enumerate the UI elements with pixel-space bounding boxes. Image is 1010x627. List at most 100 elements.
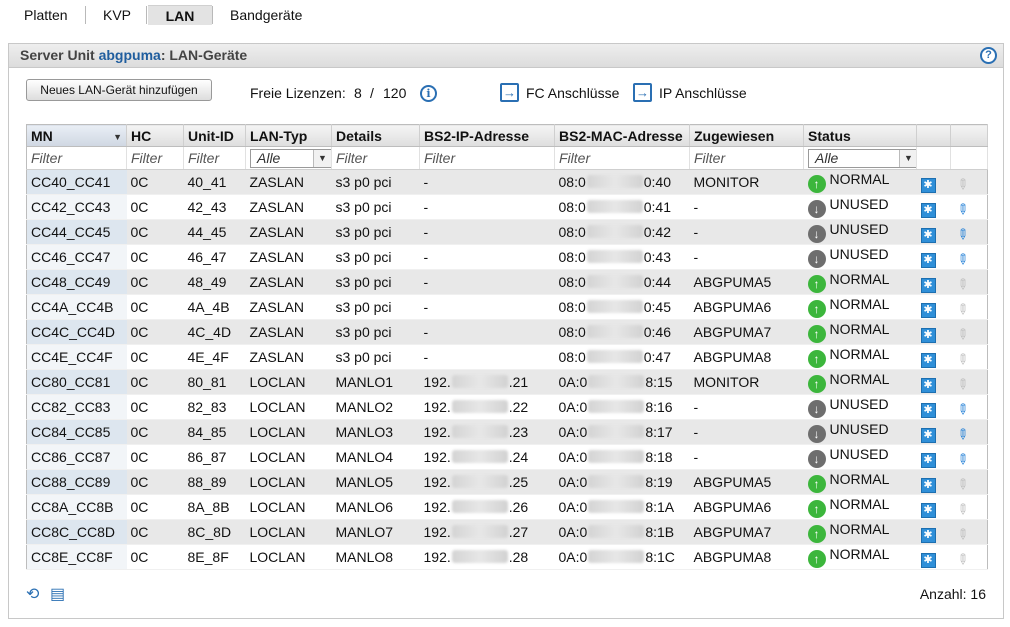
table-row[interactable]: CC42_CC43 0C 42_43 ZASLAN s3 p0 pci -08:0 0:41… [26, 194, 988, 220]
column-header-bs2-ip[interactable]: BS2-IP-Adresse [419, 124, 555, 147]
fc-connections-link[interactable]: FC Anschlüsse [526, 85, 619, 101]
configure-icon[interactable]: ✱ [920, 227, 936, 243]
configure-icon[interactable]: ✱ [920, 552, 936, 568]
cell-bs2-ip: 192. .25 [419, 469, 555, 495]
edit-pencil-icon[interactable]: ✎ [951, 423, 973, 444]
configure-icon[interactable]: ✱ [920, 427, 936, 443]
cell-zugewiesen: - [689, 394, 804, 420]
license-total-value: 120 [383, 85, 407, 101]
table-row[interactable]: CC40_CC41 0C 40_41 ZASLAN s3 p0 pci -08:0 0:40… [26, 169, 988, 195]
filter-zugewiesen[interactable]: Filter [689, 146, 804, 170]
redacted-text [451, 550, 508, 563]
configure-icon[interactable]: ✱ [920, 327, 936, 343]
table-row[interactable]: CC80_CC81 0C 80_81 LOCLAN MANLO1 192. .21 0A:0 8… [26, 369, 988, 395]
cell-zugewiesen: ABGPUMA8 [689, 544, 804, 570]
cell-details: s3 p0 pci [331, 169, 420, 195]
cell-hc: 0C [126, 419, 184, 445]
ip-link-icon[interactable]: → [633, 83, 652, 102]
cell-unit-id: 8E_8F [183, 544, 246, 570]
filter-mn[interactable]: Filter [26, 146, 127, 170]
table-row[interactable]: CC46_CC47 0C 46_47 ZASLAN s3 p0 pci -08:0 0:43… [26, 244, 988, 270]
table-row[interactable]: CC4E_CC4F 0C 4E_4F ZASLAN s3 p0 pci -08:0 0:47… [26, 344, 988, 370]
table-row[interactable]: CC8A_CC8B 0C 8A_8B LOCLAN MANLO6 192. .26 0A:0 8… [26, 494, 988, 520]
cell-mn: CC4A_CC4B [26, 294, 127, 320]
table-row[interactable]: CC48_CC49 0C 48_49 ZASLAN s3 p0 pci -08:0 0:44… [26, 269, 988, 295]
cell-status: ↓ UNUSED [803, 244, 917, 270]
cell-mn: CC82_CC83 [26, 394, 127, 420]
configure-icon[interactable]: ✱ [920, 502, 936, 518]
edit-pencil-icon[interactable]: ✎ [951, 198, 973, 219]
status-up-arrow-icon: ↑ [807, 300, 826, 318]
configure-icon[interactable]: ✱ [920, 377, 936, 393]
chevron-down-icon: ▼ [313, 149, 331, 167]
cell-unit-id: 4E_4F [183, 344, 246, 370]
column-header-lan-typ[interactable]: LAN-Typ [245, 124, 332, 147]
table-row[interactable]: CC84_CC85 0C 84_85 LOCLAN MANLO3 192. .23 0A:0 8… [26, 419, 988, 445]
column-header-status[interactable]: Status [803, 124, 917, 147]
cell-mn: CC40_CC41 [26, 169, 127, 195]
fc-link-icon[interactable]: → [500, 83, 519, 102]
table-row[interactable]: CC86_CC87 0C 86_87 LOCLAN MANLO4 192. .24 0A:0 8… [26, 444, 988, 470]
cell-action-edit: ✎ [950, 269, 988, 295]
cell-bs2-mac: 0A:0 8:16 [554, 394, 690, 420]
cell-zugewiesen: MONITOR [689, 369, 804, 395]
server-unit-link[interactable]: abgpuma [99, 47, 161, 63]
table-row[interactable]: CC8E_CC8F 0C 8E_8F LOCLAN MANLO8 192. .28 0A:0 8… [26, 544, 988, 570]
ip-connections-link[interactable]: IP Anschlüsse [659, 85, 747, 101]
table-row[interactable]: CC4A_CC4B 0C 4A_4B ZASLAN s3 p0 pci -08:0 0:45… [26, 294, 988, 320]
filter-lan-typ-select[interactable]: Alle ▼ [250, 148, 331, 168]
column-header-zugewiesen[interactable]: Zugewiesen [689, 124, 804, 147]
add-lan-device-button[interactable]: Neues LAN-Gerät hinzufügen [26, 79, 212, 101]
configure-icon[interactable]: ✱ [920, 352, 936, 368]
tab-lan[interactable]: LAN [148, 5, 212, 25]
filter-unit-id[interactable]: Filter [183, 146, 246, 170]
configure-icon[interactable]: ✱ [920, 477, 936, 493]
info-icon[interactable]: i [420, 85, 437, 102]
column-header-bs2-mac[interactable]: BS2-MAC-Adresse [554, 124, 690, 147]
edit-pencil-icon[interactable]: ✎ [951, 448, 973, 469]
configure-icon[interactable]: ✱ [920, 202, 936, 218]
tab-kvp[interactable]: KVP [97, 5, 137, 25]
filter-details[interactable]: Filter [331, 146, 420, 170]
cell-hc: 0C [126, 369, 184, 395]
configure-icon[interactable]: ✱ [920, 277, 936, 293]
configure-icon[interactable]: ✱ [920, 402, 936, 418]
help-icon[interactable]: ? [980, 47, 997, 64]
cell-action-config: ✱ [916, 344, 951, 370]
edit-pencil-icon: ✎ [952, 498, 973, 519]
column-header-hc[interactable]: HC [126, 124, 184, 147]
table-row[interactable]: CC88_CC89 0C 88_89 LOCLAN MANLO5 192. .25 0A:0 8… [26, 469, 988, 495]
filter-bs2-mac[interactable]: Filter [554, 146, 690, 170]
cell-action-config: ✱ [916, 169, 951, 195]
table-row[interactable]: CC44_CC45 0C 44_45 ZASLAN s3 p0 pci -08:0 0:42… [26, 219, 988, 245]
redacted-text [588, 400, 645, 413]
cell-bs2-ip: - [419, 244, 555, 270]
edit-pencil-icon[interactable]: ✎ [951, 248, 973, 269]
table-row[interactable]: CC82_CC83 0C 82_83 LOCLAN MANLO2 192. .22 0A:0 8… [26, 394, 988, 420]
edit-pencil-icon[interactable]: ✎ [951, 398, 973, 419]
configure-icon[interactable]: ✱ [920, 177, 936, 193]
column-header-mn[interactable]: MN ▼ [26, 124, 127, 147]
filter-hc[interactable]: Filter [126, 146, 184, 170]
configure-icon[interactable]: ✱ [920, 527, 936, 543]
status-down-arrow-icon: ↓ [807, 250, 826, 268]
history-icon[interactable]: ⟲ [26, 584, 46, 604]
filter-status-select[interactable]: Alle ▼ [808, 148, 916, 168]
table-row[interactable]: CC8C_CC8D 0C 8C_8D LOCLAN MANLO7 192. .27 0A:0 8… [26, 519, 988, 545]
export-table-icon[interactable]: ▤ [50, 584, 70, 604]
tab-bandgeraete[interactable]: Bandgeräte [224, 5, 308, 25]
tab-platten[interactable]: Platten [18, 5, 74, 25]
edit-pencil-icon[interactable]: ✎ [951, 223, 973, 244]
configure-icon[interactable]: ✱ [920, 452, 936, 468]
column-header-unit-id[interactable]: Unit-ID [183, 124, 246, 147]
cell-hc: 0C [126, 244, 184, 270]
cell-bs2-mac: 0A:0 8:1C [554, 544, 690, 570]
cell-lan-typ: ZASLAN [245, 219, 332, 245]
configure-icon[interactable]: ✱ [920, 302, 936, 318]
configure-icon[interactable]: ✱ [920, 252, 936, 268]
cell-unit-id: 4A_4B [183, 294, 246, 320]
filter-bs2-ip[interactable]: Filter [419, 146, 555, 170]
table-row[interactable]: CC4C_CC4D 0C 4C_4D ZASLAN s3 p0 pci -08:0 0:46… [26, 319, 988, 345]
cell-unit-id: 48_49 [183, 269, 246, 295]
column-header-details[interactable]: Details [331, 124, 420, 147]
